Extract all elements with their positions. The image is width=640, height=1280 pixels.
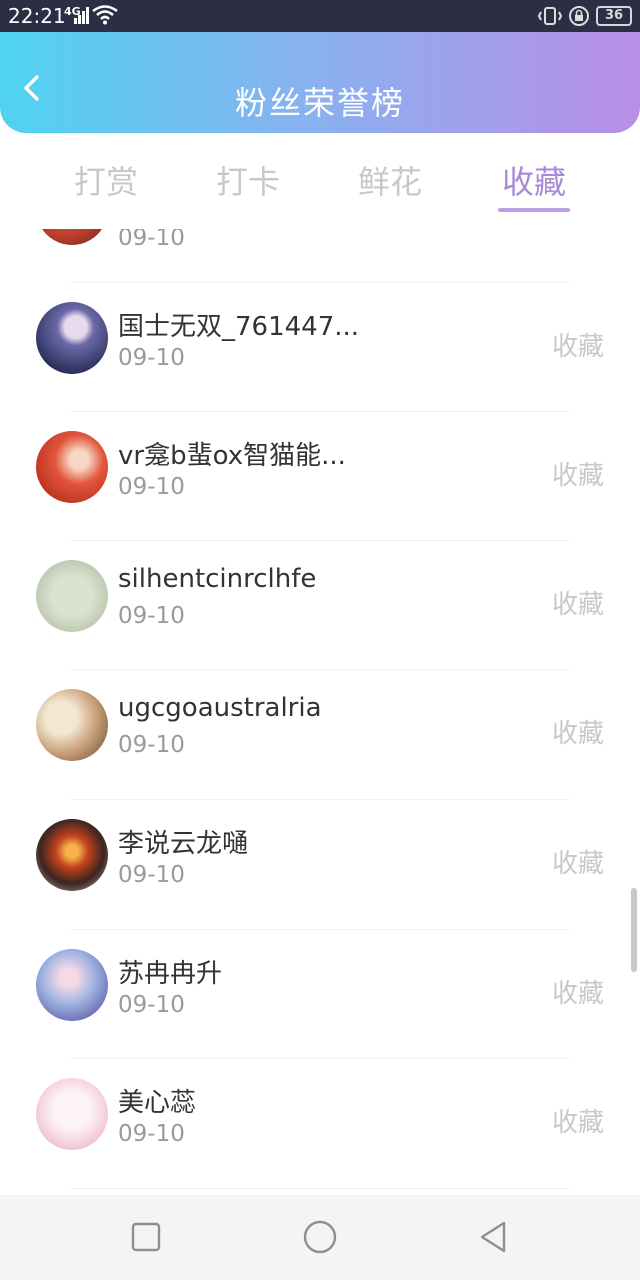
- navigation-bar: [0, 1195, 640, 1280]
- item-date: 09-10: [118, 732, 185, 758]
- triangle-back-icon[interactable]: [472, 1215, 516, 1259]
- favorite-action[interactable]: 收藏: [552, 584, 604, 621]
- list-item[interactable]: ugcgoaustralria 09-10 收藏: [0, 670, 640, 800]
- tab-flowers[interactable]: 鲜花: [354, 157, 426, 209]
- list-item[interactable]: vr龛b蜚ox智猫能... 09-10 收藏: [0, 412, 640, 542]
- header-bar: 22:21 4G 36 粉丝荣誉榜: [0, 0, 640, 133]
- tab-favorites[interactable]: 收藏: [498, 157, 570, 212]
- item-name: ugcgoaustralria: [118, 693, 322, 723]
- favorite-action[interactable]: 收藏: [552, 1102, 604, 1139]
- battery-indicator: 36: [596, 6, 632, 26]
- item-date: 09-10: [118, 474, 185, 500]
- item-date: 09-10: [118, 1121, 185, 1147]
- avatar: [36, 689, 108, 761]
- status-time: 22:21: [8, 4, 66, 28]
- tab-favorites-label: 收藏: [501, 163, 566, 201]
- circle-icon[interactable]: [298, 1215, 342, 1259]
- item-name: 苏冉冉升: [118, 959, 223, 989]
- avatar: [36, 431, 108, 503]
- vibrate-icon: [538, 7, 562, 25]
- wifi-icon: [92, 5, 118, 25]
- avatar: [36, 1078, 108, 1150]
- favorite-action[interactable]: 收藏: [552, 843, 604, 880]
- list-item[interactable]: 美心蕊 09-10 收藏: [0, 1059, 640, 1189]
- square-icon[interactable]: [124, 1215, 168, 1259]
- tab-bar: 打赏 打卡 鲜花 收藏: [0, 133, 640, 229]
- item-date: 09-10: [118, 862, 185, 888]
- avatar: [36, 302, 108, 374]
- favorite-action[interactable]: 收藏: [552, 973, 604, 1010]
- list-item[interactable]: 苏冉冉升 09-10 收藏: [0, 930, 640, 1060]
- list-item[interactable]: 李说云龙嗵 09-10 收藏: [0, 800, 640, 930]
- avatar: [36, 949, 108, 1021]
- favorite-action[interactable]: 收藏: [552, 326, 604, 363]
- item-name: vr龛b蜚ox智猫能...: [118, 441, 346, 471]
- status-bar: 22:21 4G 36: [0, 0, 640, 32]
- item-date: 09-10: [118, 345, 185, 371]
- list-item[interactable]: 09-10: [0, 229, 640, 283]
- avatar: [36, 229, 108, 245]
- lock-rotation-icon: [569, 6, 589, 26]
- list-item[interactable]: silhentcinrclhfe 09-10 收藏: [0, 541, 640, 671]
- list-item[interactable]: 国士无双_761447... 09-10 收藏: [0, 283, 640, 413]
- item-date: 09-10: [118, 992, 185, 1018]
- tab-reward[interactable]: 打赏: [70, 157, 142, 209]
- title-row: 粉丝荣誉榜: [0, 32, 640, 133]
- tab-checkin[interactable]: 打卡: [212, 157, 284, 209]
- avatar: [36, 560, 108, 632]
- signal-icon: [74, 7, 89, 24]
- fan-list[interactable]: 09-10 国士无双_761447... 09-10 收藏 vr龛b蜚ox智猫能…: [0, 229, 640, 1195]
- active-tab-indicator: [498, 208, 570, 212]
- divider: [70, 1188, 570, 1189]
- scrollbar[interactable]: [631, 888, 637, 972]
- item-date: 09-10: [118, 603, 185, 629]
- item-name: 美心蕊: [118, 1088, 197, 1118]
- favorite-action[interactable]: 收藏: [552, 713, 604, 750]
- item-name: 李说云龙嗵: [118, 829, 249, 859]
- item-date: 09-10: [118, 229, 185, 251]
- status-icons: 36: [538, 4, 632, 28]
- item-name: silhentcinrclhfe: [118, 564, 317, 594]
- item-name: 国士无双_761447...: [118, 312, 360, 342]
- page-title: 粉丝荣誉榜: [234, 84, 405, 122]
- favorite-action[interactable]: 收藏: [552, 455, 604, 492]
- avatar: [36, 819, 108, 891]
